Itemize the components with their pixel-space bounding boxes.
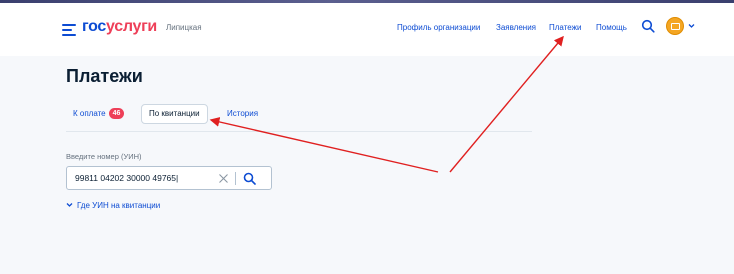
nav-payments[interactable]: Платежи — [549, 22, 581, 33]
chevron-down-icon — [66, 203, 73, 207]
nav-applications[interactable]: Заявления — [496, 22, 536, 33]
briefcase-icon — [671, 23, 680, 30]
tab-by-receipt[interactable]: По квитанции — [141, 104, 208, 124]
tab-to-pay[interactable]: К оплате 46 — [73, 104, 125, 124]
tabs-divider — [66, 131, 532, 132]
search-icon[interactable] — [641, 19, 655, 33]
search-icon[interactable] — [243, 172, 256, 185]
clear-icon[interactable] — [218, 173, 229, 184]
annotation-arrow-to-tab — [209, 117, 439, 173]
header-accent-line — [0, 0, 734, 3]
input-separator — [235, 172, 236, 185]
uin-input-value[interactable]: 99811 04202 30000 49765| — [75, 173, 178, 183]
uin-field-label: Введите номер (УИН) — [66, 152, 142, 161]
logo-part-uslugi: услуги — [106, 18, 157, 35]
tab-history-label: История — [227, 109, 259, 118]
page-title: Платежи — [66, 66, 143, 86]
uin-input[interactable]: 99811 04202 30000 49765| — [66, 166, 272, 190]
tab-by-receipt-label: По квитанции — [149, 109, 200, 118]
tab-to-pay-label: К оплате — [73, 109, 106, 118]
uin-hint-text: Где УИН на квитанции — [77, 201, 161, 210]
tab-history[interactable]: История — [227, 104, 258, 124]
nav-profile-org[interactable]: Профиль организации — [397, 22, 480, 33]
menu-icon[interactable] — [62, 24, 76, 36]
nav-help[interactable]: Помощь — [596, 22, 627, 33]
avatar-icon[interactable] — [666, 17, 684, 35]
chevron-down-icon[interactable] — [688, 23, 695, 29]
logo-part-gos: гос — [82, 18, 107, 35]
region-label[interactable]: Липицкая — [166, 23, 202, 32]
gosuslugi-logo[interactable]: госуслуги — [82, 17, 157, 37]
top-header: госуслуги Липицкая Профиль организации З… — [0, 0, 734, 56]
uin-hint-link[interactable]: Где УИН на квитанции — [66, 201, 160, 210]
count-badge: 46 — [108, 108, 125, 119]
annotation-arrow-to-nav — [449, 35, 564, 173]
